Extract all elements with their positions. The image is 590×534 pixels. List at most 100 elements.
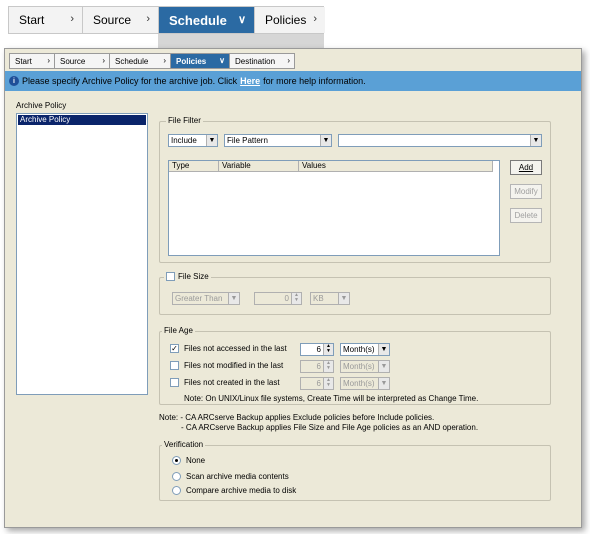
modified-label: Files not modified in the last [184, 361, 284, 370]
spinner-arrows-icon[interactable]: ▲ ▼ [323, 378, 333, 389]
sub-nav-schedule[interactable]: Schedule › [109, 53, 171, 69]
size-unit-value: KB [313, 294, 324, 303]
top-nav-bar: Start › Source › Schedule ∨ Policies › [8, 6, 325, 34]
delete-button[interactable]: Delete [510, 208, 542, 223]
sub-nav-schedule-label: Schedule [115, 56, 149, 66]
modified-unit: Month(s) [343, 362, 375, 371]
top-nav-source[interactable]: Source › [83, 7, 159, 33]
verification-title: Verification [162, 440, 206, 449]
file-filter-group: File Filter Include ▼ File Pattern ▼ ▼ T… [159, 116, 551, 263]
created-checkbox[interactable] [170, 378, 179, 387]
sub-nav-source-label: Source [60, 56, 86, 66]
accessed-checkbox[interactable]: ✓ [170, 344, 179, 353]
verify-scan-radio[interactable] [172, 472, 181, 481]
top-nav-source-label: Source [93, 13, 132, 27]
file-size-group: File Size Greater Than ▼ 0 ▲ ▼ KB ▼ [159, 272, 551, 315]
chevron-right-icon: › [313, 13, 317, 25]
info-text: Please specify Archive Policy for the ar… [22, 76, 238, 86]
size-comparison-select[interactable]: Greater Than ▼ [172, 292, 240, 305]
file-size-checkbox[interactable] [166, 272, 175, 281]
archive-policy-label: Archive Policy [16, 101, 67, 110]
sub-nav-destination[interactable]: Destination › [229, 53, 295, 69]
archive-policy-list[interactable]: Archive Policy [16, 113, 148, 395]
size-unit-select[interactable]: KB ▼ [310, 292, 350, 305]
chevron-down-icon: ∨ [237, 14, 246, 26]
modify-button-label: Modify [514, 187, 538, 196]
help-link[interactable]: Here [240, 76, 260, 86]
sub-nav-policies-label: Policies [176, 56, 207, 66]
file-size-title: File Size [178, 272, 209, 281]
verify-compare-label: Compare archive media to disk [186, 486, 297, 495]
chevron-down-icon: ▼ [320, 135, 331, 146]
column-header-type[interactable]: Type [169, 161, 219, 172]
created-unit: Month(s) [343, 379, 375, 388]
nav-shadow [158, 34, 324, 48]
chevron-down-icon: ▼ [206, 135, 217, 146]
accessed-unit-select[interactable]: Month(s) ▼ [340, 343, 390, 356]
chevron-down-icon: ▼ [228, 293, 239, 304]
chevron-down-icon: ▼ [338, 293, 349, 304]
column-header-variable[interactable]: Variable [219, 161, 299, 172]
chevron-down-icon: ∨ [219, 56, 225, 65]
created-number-spinner[interactable]: 6 ▲ ▼ [300, 377, 334, 390]
sub-nav-policies[interactable]: Policies ∨ [170, 53, 230, 69]
spinner-arrows-icon[interactable]: ▲ ▼ [323, 361, 333, 372]
modified-unit-select[interactable]: Month(s) ▼ [340, 360, 390, 373]
verify-none-label: None [186, 456, 206, 465]
sub-nav-start-label: Start [15, 56, 32, 66]
created-unit-select[interactable]: Month(s) ▼ [340, 377, 390, 390]
sub-nav-source[interactable]: Source › [54, 53, 110, 69]
chevron-right-icon: › [146, 13, 150, 25]
filter-type-select[interactable]: File Pattern ▼ [224, 134, 332, 147]
created-label: Files not created in the last [184, 378, 280, 387]
verify-none-radio[interactable] [172, 456, 181, 465]
chevron-right-icon: › [70, 13, 74, 25]
size-value-spinner[interactable]: 0 ▲ ▼ [254, 292, 302, 305]
modified-number: 6 [316, 362, 321, 371]
spinner-arrows-icon[interactable]: ▲ ▼ [291, 293, 301, 304]
modified-checkbox[interactable] [170, 361, 179, 370]
top-nav-policies-label: Policies [265, 13, 307, 27]
include-value: Include [171, 136, 197, 145]
include-exclude-select[interactable]: Include ▼ [168, 134, 218, 147]
info-bar: i Please specify Archive Policy for the … [5, 71, 581, 91]
file-size-title-wrap: File Size [164, 272, 211, 281]
chevron-down-icon: ▼ [378, 378, 389, 389]
verify-scan-label: Scan archive media contents [186, 472, 289, 481]
chevron-right-icon: › [287, 56, 290, 65]
file-age-group: File Age ✓ Files not accessed in the las… [159, 326, 551, 405]
sub-nav-bar: Start › Source › Schedule › Policies ∨ D… [9, 53, 295, 69]
accessed-number-spinner[interactable]: 6 ▲ ▼ [300, 343, 334, 356]
chevron-down-icon: ▼ [378, 344, 389, 355]
verify-compare-radio[interactable] [172, 486, 181, 495]
top-nav-start-label: Start [19, 13, 45, 27]
accessed-label: Files not accessed in the last [184, 344, 287, 353]
chevron-right-icon: › [102, 56, 105, 65]
spinner-arrows-icon[interactable]: ▲ ▼ [323, 344, 333, 355]
file-filter-title: File Filter [166, 116, 203, 125]
add-button-label: Add [518, 163, 534, 172]
info-icon: i [9, 76, 19, 86]
chevron-right-icon: › [47, 56, 50, 65]
filter-type-value: File Pattern [227, 136, 268, 145]
add-button[interactable]: Add [510, 160, 542, 175]
file-age-note: Note: On UNIX/Linux file systems, Create… [184, 394, 479, 403]
delete-button-label: Delete [514, 211, 538, 220]
sub-nav-start[interactable]: Start › [9, 53, 55, 69]
filter-table[interactable]: Type Variable Values [168, 160, 500, 256]
top-nav-schedule-label: Schedule [169, 12, 227, 28]
top-nav-policies[interactable]: Policies › [255, 7, 325, 33]
file-pattern-input[interactable]: ▼ [338, 134, 542, 147]
modified-number-spinner[interactable]: 6 ▲ ▼ [300, 360, 334, 373]
accessed-number: 6 [316, 345, 321, 354]
sub-nav-destination-label: Destination [235, 56, 276, 66]
modify-button[interactable]: Modify [510, 184, 542, 199]
list-item[interactable]: Archive Policy [18, 115, 146, 125]
column-header-values[interactable]: Values [299, 161, 493, 172]
size-value: 0 [284, 294, 289, 303]
chevron-right-icon: › [163, 56, 166, 65]
accessed-unit: Month(s) [343, 345, 375, 354]
chevron-down-icon: ▼ [530, 135, 541, 146]
top-nav-start[interactable]: Start › [9, 7, 83, 33]
top-nav-schedule[interactable]: Schedule ∨ [159, 7, 255, 33]
